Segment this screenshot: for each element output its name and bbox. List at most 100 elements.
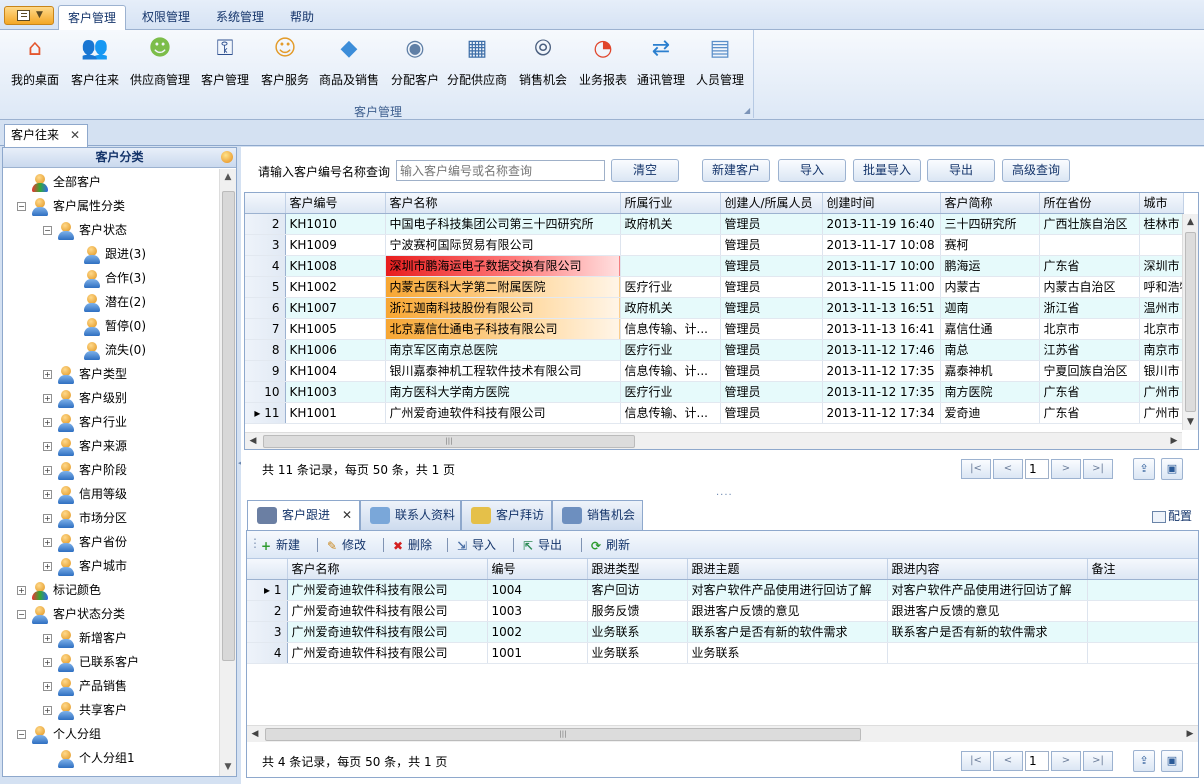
table-cell[interactable]: 嘉泰神机 (940, 360, 1040, 382)
ribbon-button-6[interactable]: ◆ 商品及销售 (316, 32, 382, 90)
grid-horizontal-scrollbar[interactable]: ◀ ||| ▶ (245, 432, 1182, 449)
table-cell[interactable]: 管理员 (720, 255, 823, 277)
table-cell[interactable]: 广东省 (1039, 402, 1140, 424)
toolbar-button-export[interactable]: ⇱ 导出 (521, 535, 562, 555)
table-cell[interactable] (620, 255, 721, 277)
table-cell[interactable] (1087, 621, 1198, 643)
table-cell[interactable]: 北京市 (1039, 318, 1140, 340)
export-grid-icon[interactable]: ⇪ (1133, 750, 1155, 772)
row-number[interactable]: 3 (245, 234, 286, 256)
column-header[interactable]: 跟进主题 (687, 559, 888, 580)
expand-icon[interactable]: + (43, 514, 52, 523)
first-page-button[interactable]: |< (961, 751, 991, 771)
table-cell[interactable]: KH1005 (285, 318, 386, 340)
scroll-thumb[interactable]: ||| (265, 728, 861, 741)
column-header[interactable]: 城市 (1139, 193, 1184, 214)
ribbon-button-3[interactable]: ☻ 供应商管理 (128, 32, 192, 90)
table-cell[interactable]: 鹏海运 (940, 255, 1040, 277)
menu-tab-help[interactable]: 帮助 (280, 5, 324, 30)
tree-scrollbar[interactable]: ▲ ▼ (219, 169, 236, 776)
row-number[interactable]: 3 (247, 621, 288, 643)
dialog-launcher-icon[interactable]: ◢ (744, 106, 750, 115)
table-cell[interactable]: KH1007 (285, 297, 386, 319)
app-menu-button[interactable]: ▼ (4, 6, 54, 25)
ribbon-button-10[interactable]: ◔ 业务报表 (576, 32, 630, 90)
table-cell[interactable] (1087, 600, 1198, 622)
scroll-thumb[interactable] (1185, 232, 1196, 412)
ribbon-button-2[interactable]: 👥 客户往来 (68, 32, 122, 90)
table-cell[interactable]: 北京市 (1139, 318, 1184, 340)
tree-node[interactable]: 全部客户 (30, 170, 101, 194)
table-cell[interactable]: 迦南 (940, 297, 1040, 319)
tree-node[interactable]: + 市场分区 (43, 506, 127, 530)
table-cell[interactable]: 医疗行业 (620, 381, 721, 403)
table-cell[interactable]: 医疗行业 (620, 276, 721, 298)
table-cell[interactable]: 江苏省 (1039, 339, 1140, 361)
save-layout-icon[interactable]: ▣ (1161, 750, 1183, 772)
ribbon-button-1[interactable]: ⌂ 我的桌面 (8, 32, 62, 90)
ribbon-button-9[interactable]: ⦾ 销售机会 (516, 32, 570, 90)
row-number[interactable]: ▸ 1 (247, 579, 288, 601)
ribbon-button-5[interactable]: ☺ 客户服务 (258, 32, 312, 90)
tree-node[interactable]: − 客户状态分类 (17, 602, 125, 626)
people-icon[interactable] (221, 151, 233, 163)
column-header[interactable]: 所在省份 (1039, 193, 1140, 214)
table-cell[interactable]: KH1003 (285, 381, 386, 403)
column-header[interactable]: 编号 (487, 559, 588, 580)
table-cell[interactable]: 南京军区南京总医院 (385, 339, 621, 361)
tree-node[interactable]: 暂停(0) (82, 314, 146, 338)
table-cell[interactable] (1087, 642, 1198, 664)
expand-icon[interactable]: + (17, 586, 26, 595)
tree-node[interactable]: + 客户级别 (43, 386, 127, 410)
table-row[interactable]: 5 KH1002 内蒙古医科大学第二附属医院 医疗行业 管理员 2013-11-15 11… (245, 276, 1184, 298)
row-number[interactable]: ▸ 11 (245, 402, 286, 424)
clear-button[interactable]: 清空 (611, 159, 679, 182)
table-cell[interactable]: 联系客户是否有新的软件需求 (687, 621, 888, 643)
table-cell[interactable]: 内蒙古 (940, 276, 1040, 298)
close-icon[interactable]: ✕ (70, 125, 80, 146)
ribbon-button-12[interactable]: ▤ 人员管理 (694, 32, 746, 90)
expand-icon[interactable]: + (43, 394, 52, 403)
table-cell[interactable]: 管理员 (720, 381, 823, 403)
splitter-grip[interactable]: .... (716, 487, 733, 498)
table-cell[interactable]: 对客户软件产品使用进行回访了解 (687, 579, 888, 601)
expand-icon[interactable]: + (43, 490, 52, 499)
tree-node[interactable]: + 信用等级 (43, 482, 127, 506)
next-page-button[interactable]: > (1051, 459, 1081, 479)
config-button[interactable]: 配置 (1152, 507, 1192, 524)
save-layout-icon[interactable]: ▣ (1161, 458, 1183, 480)
table-cell[interactable]: 2013-11-12 17:35 (822, 360, 941, 382)
tab-customer-followup[interactable]: 客户跟进 ✕ (247, 500, 360, 531)
table-cell[interactable]: 银川市 (1139, 360, 1184, 382)
scroll-left-icon[interactable]: ◀ (245, 433, 261, 449)
advanced-search-button[interactable]: 高级查询 (1002, 159, 1070, 182)
tab-contact-info[interactable]: 联系人资料 (360, 500, 461, 530)
last-page-button[interactable]: >| (1083, 459, 1113, 479)
row-number[interactable]: 2 (247, 600, 288, 622)
table-cell[interactable]: 浙江迦南科技股份有限公司 (385, 297, 621, 319)
table-cell[interactable]: 管理员 (720, 318, 823, 340)
batch-import-button[interactable]: 批量导入 (853, 159, 921, 182)
tree-node[interactable]: + 产品销售 (43, 674, 127, 698)
tree-node[interactable]: 跟进(3) (82, 242, 146, 266)
tree-node[interactable]: + 客户行业 (43, 410, 127, 434)
tree-node[interactable]: + 已联系客户 (43, 650, 139, 674)
table-cell[interactable]: KH1009 (285, 234, 386, 256)
row-number[interactable]: 4 (247, 642, 288, 664)
table-cell[interactable]: 2013-11-17 10:08 (822, 234, 941, 256)
detail-horizontal-scrollbar[interactable]: ◀ ||| ▶ (247, 725, 1198, 742)
column-header[interactable]: 创建时间 (822, 193, 941, 214)
column-header[interactable]: 客户编号 (285, 193, 386, 214)
expand-icon[interactable]: + (43, 466, 52, 475)
prev-page-button[interactable]: < (993, 459, 1023, 479)
table-cell[interactable]: 2013-11-13 16:51 (822, 297, 941, 319)
row-number[interactable]: 5 (245, 276, 286, 298)
table-cell[interactable]: 南方医院 (940, 381, 1040, 403)
table-cell[interactable]: 广州市 (1139, 402, 1184, 424)
table-cell[interactable]: 内蒙古自治区 (1039, 276, 1140, 298)
table-cell[interactable] (1139, 234, 1184, 256)
tab-sales-opportunity[interactable]: 销售机会 (552, 500, 643, 530)
tree-node[interactable]: + 客户阶段 (43, 458, 127, 482)
column-header[interactable]: 创建人/所属人员 (720, 193, 823, 214)
table-cell[interactable]: 信息传输、计... (620, 402, 721, 424)
